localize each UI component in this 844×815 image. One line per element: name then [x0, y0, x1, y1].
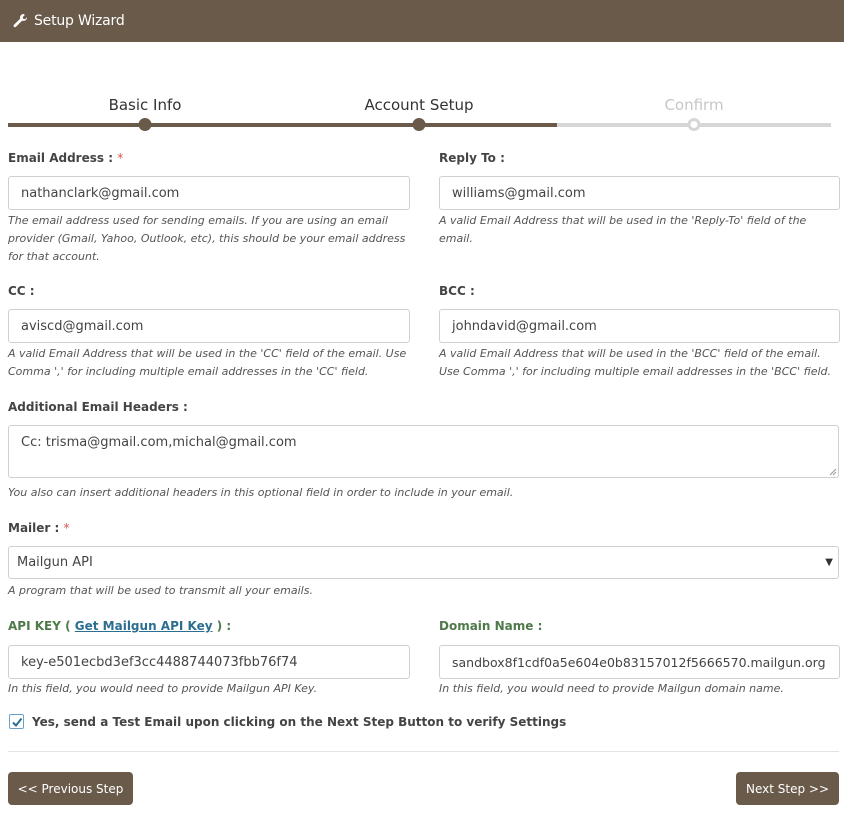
- additional-headers-help: You also can insert additional headers i…: [8, 486, 514, 499]
- dropdown-caret-icon: ▼: [825, 557, 833, 568]
- next-step-button[interactable]: Next Step >>: [736, 772, 839, 805]
- reply-to-label: Reply To :: [439, 151, 505, 165]
- form-divider: [8, 751, 839, 752]
- get-mailgun-api-key-link[interactable]: Get Mailgun API Key: [75, 619, 213, 633]
- test-email-checkbox[interactable]: [9, 714, 24, 729]
- wrench-icon: [12, 13, 28, 29]
- step-dot-confirm: [687, 118, 701, 131]
- mailer-help: A program that will be used to transmit …: [8, 584, 313, 597]
- email-address-input[interactable]: nathanclark@gmail.com: [8, 176, 410, 210]
- step-label-account-setup[interactable]: Account Setup: [365, 96, 474, 114]
- additional-headers-label: Additional Email Headers :: [8, 400, 188, 414]
- wizard-title: Setup Wizard: [34, 13, 125, 29]
- api-key-label: API KEY ( Get Mailgun API Key ) :: [8, 619, 232, 633]
- required-marker: *: [117, 151, 124, 165]
- domain-name-help: In this field, you would need to provide…: [439, 682, 784, 695]
- email-address-help: The email address used for sending email…: [8, 214, 406, 263]
- resize-handle-icon[interactable]: [829, 468, 837, 476]
- required-marker: *: [63, 521, 70, 535]
- api-key-input[interactable]: key-e501ecbd3ef3cc4488744073fbb76f74: [8, 645, 410, 679]
- additional-headers-textarea[interactable]: Cc: trisma@gmail.com,michal@gmail.com: [8, 425, 839, 478]
- mailer-select[interactable]: Mailgun API ▼: [8, 546, 839, 579]
- cc-help: A valid Email Address that will be used …: [8, 347, 407, 378]
- step-label-basic-info[interactable]: Basic Info: [109, 96, 182, 114]
- step-label-confirm: Confirm: [664, 96, 724, 114]
- additional-headers-value: Cc: trisma@gmail.com,michal@gmail.com: [21, 435, 297, 450]
- mailer-selected-value: Mailgun API: [17, 555, 93, 570]
- api-key-help: In this field, you would need to provide…: [8, 682, 318, 695]
- bcc-help: A valid Email Address that will be used …: [439, 347, 832, 378]
- cc-label: CC :: [8, 284, 35, 298]
- checkmark-icon: [11, 717, 22, 727]
- mailer-label: Mailer : *: [8, 521, 70, 535]
- reply-to-help: A valid Email Address that will be used …: [439, 214, 807, 245]
- step-dot-account-setup[interactable]: [412, 118, 426, 131]
- previous-step-button[interactable]: << Previous Step: [8, 772, 133, 805]
- wizard-header: Setup Wizard: [0, 0, 844, 42]
- domain-name-input[interactable]: sandbox8f1cdf0a5e604e0b83157012f5666570.…: [439, 645, 840, 679]
- bcc-input[interactable]: johndavid@gmail.com: [439, 309, 840, 343]
- reply-to-input[interactable]: williams@gmail.com: [439, 176, 840, 210]
- cc-input[interactable]: aviscd@gmail.com: [8, 309, 410, 343]
- progress-steps: Basic Info Account Setup Confirm: [8, 90, 831, 131]
- domain-name-label: Domain Name :: [439, 619, 543, 633]
- bcc-label: BCC :: [439, 284, 475, 298]
- email-address-label: Email Address : *: [8, 151, 124, 165]
- test-email-label[interactable]: Yes, send a Test Email upon clicking on …: [32, 715, 566, 729]
- progress-track-complete: [8, 123, 557, 127]
- step-dot-basic-info[interactable]: [138, 118, 152, 131]
